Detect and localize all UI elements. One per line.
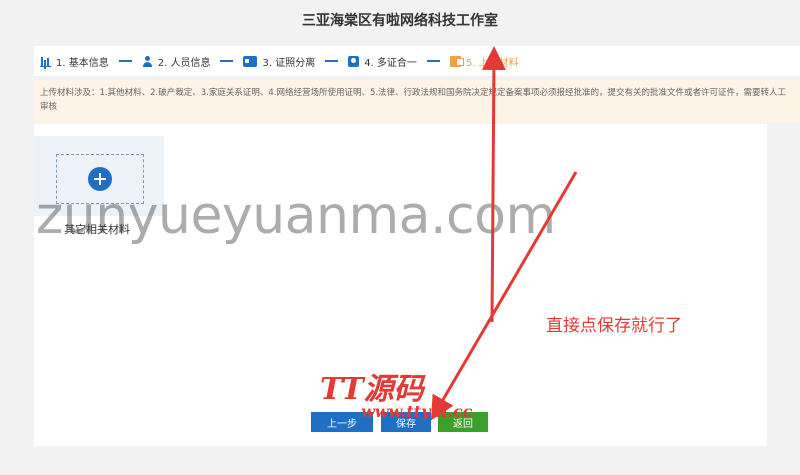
step-label: 5. 上传材料 <box>465 57 519 69</box>
step-upload-materials[interactable]: 5. 上传材料 <box>449 54 519 69</box>
step-label: 4. 多证合一 <box>364 57 417 69</box>
step-label: 2. 人员信息 <box>157 57 211 69</box>
step-multi-certificate[interactable]: 4. 多证合一 <box>348 54 417 69</box>
step-separator <box>325 60 339 62</box>
page: 三亚海棠区有啦网络科技工作室 1. 基本信息 2. 人员信息 3. 证照分离 4… <box>0 0 800 475</box>
bar-chart-icon <box>40 55 51 67</box>
notice-banner: 上传材料涉及：1.其他材料、2.破产裁定、3.家庭关系证明、4.网络经营场所使用… <box>34 80 800 122</box>
annotation-text: 直接点保存就行了 <box>546 316 682 336</box>
upload-file-icon <box>449 55 464 67</box>
step-bar: 1. 基本信息 2. 人员信息 3. 证照分离 4. 多证合一 5. 上传材料 <box>34 46 800 76</box>
watermark-url: www.ttym.cc <box>361 402 473 421</box>
step-license-separation[interactable]: 3. 证照分离 <box>243 54 315 69</box>
step-label: 3. 证照分离 <box>262 57 316 69</box>
id-card-icon <box>243 55 258 67</box>
step-separator <box>118 60 132 62</box>
step-separator <box>220 60 234 62</box>
step-basic-info[interactable]: 1. 基本信息 <box>40 54 109 69</box>
step-separator <box>426 60 440 62</box>
step-label: 1. 基本信息 <box>56 57 109 69</box>
step-personnel-info[interactable]: 2. 人员信息 <box>142 54 211 69</box>
page-title: 三亚海棠区有啦网络科技工作室 <box>302 13 498 29</box>
watermark-text: zunyueyuanma.com <box>36 186 556 246</box>
portrait-icon <box>348 55 360 67</box>
person-icon <box>142 55 153 67</box>
